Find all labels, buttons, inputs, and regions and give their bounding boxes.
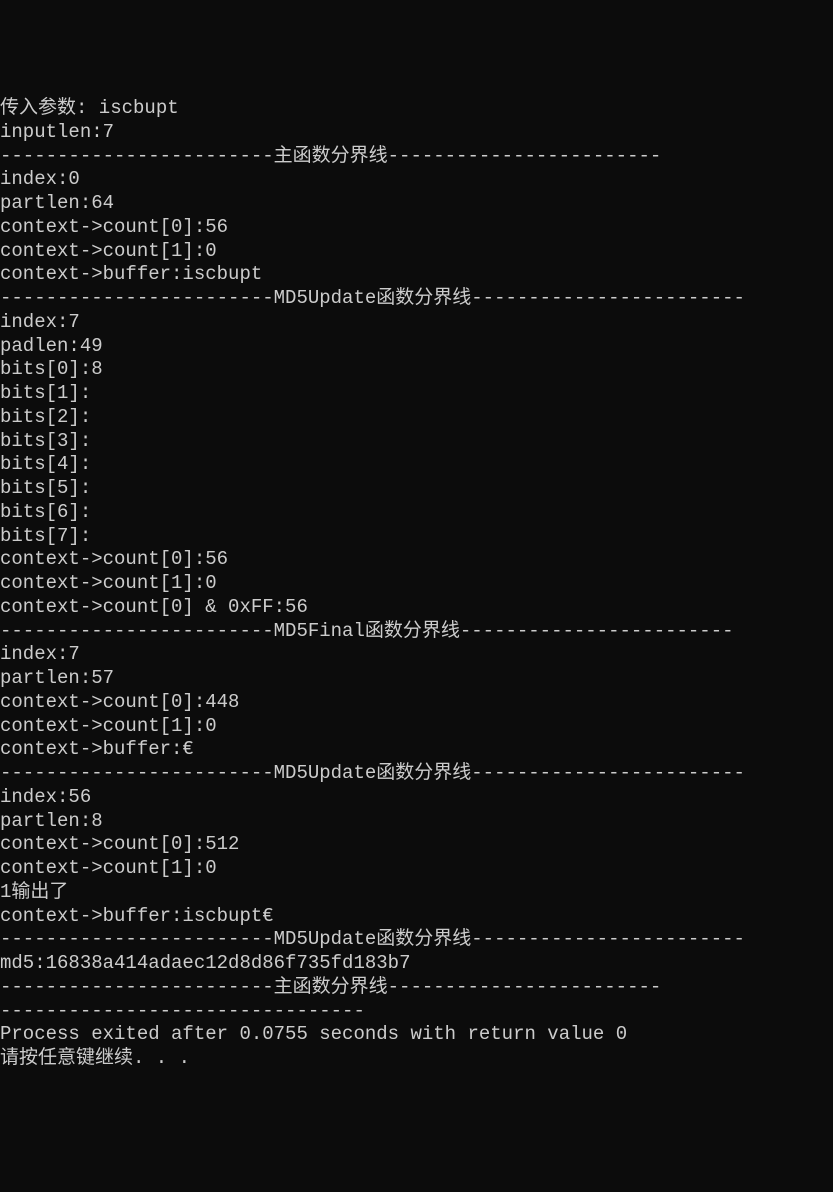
terminal-line: bits[6]: (0, 501, 833, 525)
terminal-line: context->count[1]:0 (0, 572, 833, 596)
terminal-line: ------------------------MD5Final函数分界线---… (0, 620, 833, 644)
terminal-line: 传入参数: iscbupt (0, 97, 833, 121)
terminal-line: context->count[0]:512 (0, 833, 833, 857)
terminal-line: 请按任意键继续. . . (0, 1047, 833, 1071)
terminal-line: 1输出了 (0, 881, 833, 905)
terminal-line: md5:16838a414adaec12d8d86f735fd183b7 (0, 952, 833, 976)
terminal-line: index:7 (0, 643, 833, 667)
terminal-line: bits[1]: (0, 382, 833, 406)
terminal-line: ------------------------主函数分界线----------… (0, 976, 833, 1000)
terminal-line: context->count[0] & 0xFF:56 (0, 596, 833, 620)
terminal-line: context->buffer:€ (0, 738, 833, 762)
terminal-line: index:56 (0, 786, 833, 810)
terminal-line: bits[7]: (0, 525, 833, 549)
terminal-line: bits[3]: (0, 430, 833, 454)
terminal-line: Process exited after 0.0755 seconds with… (0, 1023, 833, 1047)
terminal-line: context->count[1]:0 (0, 715, 833, 739)
terminal-line: context->buffer:iscbupt€ (0, 905, 833, 929)
terminal-line: index:0 (0, 168, 833, 192)
terminal-line: partlen:8 (0, 810, 833, 834)
terminal-line: bits[4]: (0, 453, 833, 477)
terminal-line: ------------------------主函数分界线----------… (0, 145, 833, 169)
terminal-line: padlen:49 (0, 335, 833, 359)
terminal-output: 传入参数: iscbuptinputlen:7-----------------… (0, 97, 833, 1071)
terminal-line: context->count[1]:0 (0, 857, 833, 881)
terminal-line: ------------------------MD5Update函数分界线--… (0, 287, 833, 311)
terminal-line: ------------------------MD5Update函数分界线--… (0, 928, 833, 952)
terminal-line: bits[0]:8 (0, 358, 833, 382)
terminal-line: partlen:64 (0, 192, 833, 216)
terminal-line: context->buffer:iscbupt (0, 263, 833, 287)
terminal-line: bits[2]: (0, 406, 833, 430)
terminal-line: bits[5]: (0, 477, 833, 501)
terminal-line: ------------------------MD5Update函数分界线--… (0, 762, 833, 786)
terminal-line: context->count[0]:56 (0, 216, 833, 240)
terminal-line: -------------------------------- (0, 1000, 833, 1024)
terminal-line: partlen:57 (0, 667, 833, 691)
terminal-line: inputlen:7 (0, 121, 833, 145)
terminal-line: index:7 (0, 311, 833, 335)
terminal-line: context->count[0]:448 (0, 691, 833, 715)
terminal-line: context->count[0]:56 (0, 548, 833, 572)
terminal-line: context->count[1]:0 (0, 240, 833, 264)
